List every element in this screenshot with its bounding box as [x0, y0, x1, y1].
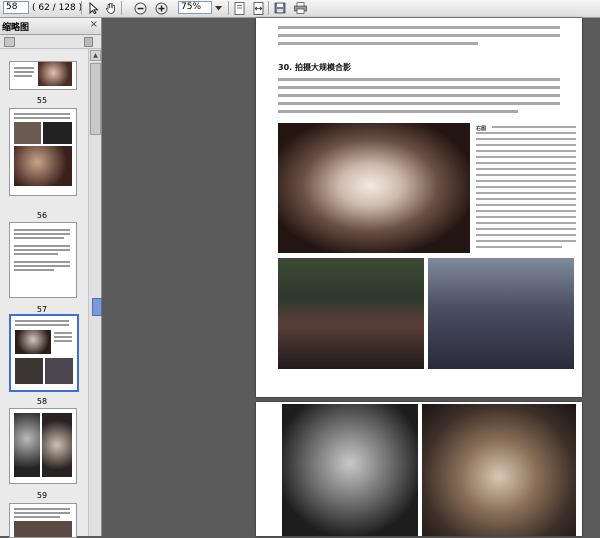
- thumbnail-photo: [15, 358, 43, 384]
- scroll-up-icon[interactable]: ▲: [90, 50, 101, 61]
- toolbar-separator: [121, 1, 122, 15]
- scrollbar-thumb[interactable]: [90, 63, 101, 135]
- thumbnail-label: 55: [36, 96, 48, 105]
- thumbnail-photo: [14, 413, 40, 477]
- bridesmaids-group-photo: [428, 258, 574, 369]
- section-title: 30. 拍摄大规模合影: [278, 63, 351, 72]
- document-page-59: [256, 402, 582, 536]
- thumbnail-photo: [14, 521, 72, 537]
- thumbnail-photo: [38, 62, 72, 86]
- thumbnails-panel-header: 缩略图 ×: [0, 18, 101, 35]
- close-icon[interactable]: ×: [90, 19, 98, 30]
- thumbnail-page-57[interactable]: [9, 222, 77, 298]
- toolbar-separator: [268, 1, 269, 15]
- thumbnail-photo: [45, 358, 73, 384]
- toolbar: ( 62 / 128 ): [0, 0, 600, 18]
- thumbnails-panel-title: 缩略图: [2, 23, 30, 33]
- thumbnail-label: 58: [36, 397, 48, 406]
- panel-splitter-handle[interactable]: [92, 298, 102, 316]
- thumbnail-page-55[interactable]: [9, 61, 77, 90]
- thumbnail-photo: [15, 330, 51, 354]
- zoom-dropdown-icon[interactable]: [213, 1, 223, 15]
- toolbar-separator: [228, 1, 229, 15]
- thumbnail-photo: [14, 146, 72, 186]
- thumbnail-label: 57: [36, 305, 48, 314]
- zoom-out-icon[interactable]: [133, 1, 147, 15]
- thumbnail-label: 59: [36, 491, 48, 500]
- staircase-group-photo: [422, 404, 576, 536]
- hand-tool-icon[interactable]: [104, 1, 118, 15]
- family-group-photo: [278, 258, 424, 369]
- thumbnails-panel-tools: [0, 35, 101, 49]
- print-icon[interactable]: [293, 1, 307, 15]
- thumbnail-label: 56: [36, 211, 48, 220]
- caption-label: 右图: [476, 126, 487, 132]
- save-icon[interactable]: [273, 1, 287, 15]
- thumbnail-photo: [14, 122, 41, 144]
- thumbnail-page-56[interactable]: [9, 108, 77, 196]
- thumbnail-page-60[interactable]: [9, 503, 77, 538]
- zoom-input[interactable]: [178, 1, 212, 14]
- options-icon[interactable]: [4, 37, 15, 47]
- bride-photo: [278, 123, 470, 253]
- thumbnail-photo: [43, 122, 72, 144]
- select-tool-icon[interactable]: [86, 1, 100, 15]
- thumbnail-page-58[interactable]: [9, 314, 79, 392]
- delete-icon[interactable]: [84, 37, 93, 47]
- thumbnails-scrollbar[interactable]: ▲: [88, 49, 101, 536]
- thumbnail-photo: [42, 413, 72, 477]
- page-count-label: ( 62 / 128 ): [32, 3, 83, 13]
- thumbnails-panel: 缩略图 × 55 56 57 58 59 ▲: [0, 18, 102, 538]
- document-page-58: 30. 拍摄大规模合影 右图: [256, 18, 582, 397]
- fit-page-icon[interactable]: [232, 1, 246, 15]
- fit-width-icon[interactable]: [251, 1, 265, 15]
- overhead-group-photo: [282, 404, 418, 536]
- thumbnail-page-59[interactable]: [9, 408, 77, 484]
- zoom-in-icon[interactable]: [154, 1, 168, 15]
- page-number-input[interactable]: [3, 1, 29, 14]
- toolbar-separator: [81, 1, 82, 15]
